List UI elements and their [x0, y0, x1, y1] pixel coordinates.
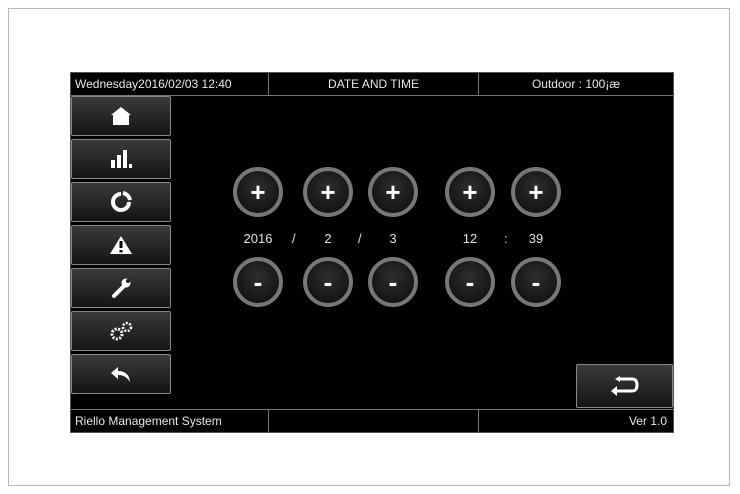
sidebar-item-alarms[interactable] — [71, 225, 171, 265]
wrench-icon — [112, 278, 131, 298]
minus-icon: - — [531, 267, 541, 297]
year-value: 2016 — [243, 231, 273, 246]
plus-icon: + — [385, 177, 401, 207]
minute-increment-button[interactable]: + — [511, 167, 561, 217]
plus-icon: + — [250, 177, 266, 207]
footer-middle — [269, 410, 479, 432]
refresh-icon — [111, 191, 132, 212]
hmi-screen: Wednesday2016/02/03 12:40 DATE AND TIME … — [70, 72, 674, 433]
minute-value: 39 — [528, 231, 544, 246]
time-separator: : — [504, 231, 508, 246]
back-arrow-icon — [111, 367, 130, 382]
home-icon — [111, 107, 131, 125]
sidebar — [71, 96, 171, 397]
month-value: 2 — [324, 231, 332, 246]
minus-icon: - — [323, 267, 333, 297]
month-increment-button[interactable]: + — [303, 167, 353, 217]
header-datetime: Wednesday2016/02/03 12:40 — [71, 73, 269, 95]
header-bar: Wednesday2016/02/03 12:40 DATE AND TIME … — [71, 73, 673, 96]
day-value: 3 — [389, 231, 397, 246]
gears-icon — [110, 321, 133, 341]
sidebar-item-cycle[interactable] — [71, 182, 171, 222]
sidebar-item-statistics[interactable] — [71, 139, 171, 179]
plus-icon: + — [528, 177, 544, 207]
date-separator: / — [358, 231, 362, 246]
month-decrement-button[interactable]: - — [303, 257, 353, 307]
year-decrement-button[interactable]: - — [233, 257, 283, 307]
day-decrement-button[interactable]: - — [368, 257, 418, 307]
hour-value: 12 — [462, 231, 478, 246]
version-label: Ver 1.0 — [628, 414, 667, 428]
outdoor-temperature: Outdoor : 100¡æ — [531, 77, 621, 91]
page-title: DATE AND TIME — [269, 73, 479, 95]
sidebar-item-home[interactable] — [71, 96, 171, 136]
warning-icon — [110, 236, 132, 254]
return-icon — [610, 376, 639, 396]
hour-increment-button[interactable]: + — [445, 167, 495, 217]
system-name: Riello Management System — [71, 410, 269, 432]
year-increment-button[interactable]: + — [233, 167, 283, 217]
hour-decrement-button[interactable]: - — [445, 257, 495, 307]
plus-icon: + — [462, 177, 478, 207]
sidebar-item-settings[interactable] — [71, 268, 171, 308]
bar-chart-icon — [111, 150, 132, 168]
day-increment-button[interactable]: + — [368, 167, 418, 217]
minus-icon: - — [253, 267, 263, 297]
sidebar-item-back[interactable] — [71, 354, 171, 394]
date-separator: / — [292, 231, 296, 246]
minus-icon: - — [465, 267, 475, 297]
return-button[interactable] — [576, 364, 673, 408]
sidebar-item-configuration[interactable] — [71, 311, 171, 351]
footer-bar: Riello Management System Ver 1.0 — [71, 409, 673, 432]
minus-icon: - — [388, 267, 398, 297]
plus-icon: + — [320, 177, 336, 207]
minute-decrement-button[interactable]: - — [511, 257, 561, 307]
